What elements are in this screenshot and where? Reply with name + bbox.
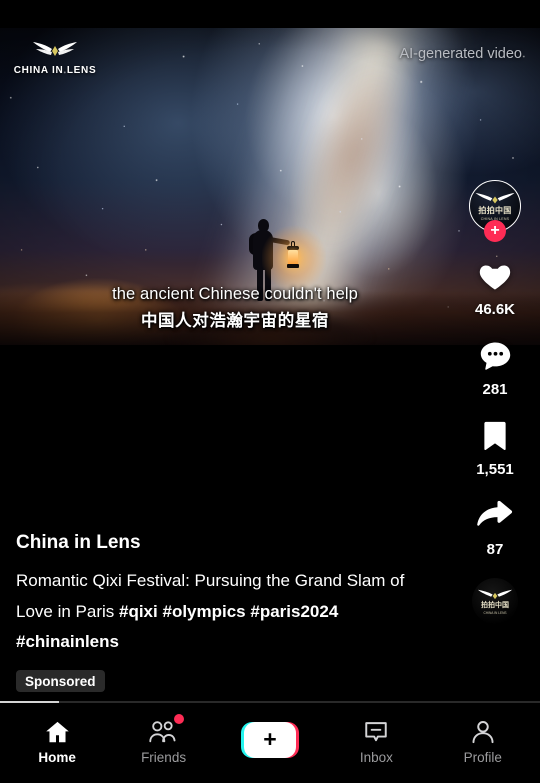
friends-notification-badge: [173, 714, 184, 724]
heart-icon[interactable]: [473, 254, 517, 298]
create-button[interactable]: +: [240, 722, 299, 758]
subtitle-block: the ancient Chinese couldn't help 中国人对浩瀚…: [0, 284, 470, 331]
nav-item-create[interactable]: +: [225, 722, 315, 758]
comment-action[interactable]: 281: [473, 334, 517, 398]
bookmark-action[interactable]: 1,551: [473, 414, 517, 478]
hashtag-qixi[interactable]: #qixi: [119, 602, 158, 621]
nav-label-profile: Profile: [463, 750, 502, 765]
disc-chinese-text: 拍拍中国: [481, 602, 509, 609]
comment-count: 281: [482, 381, 508, 398]
disc-english-text: CHINA IN LENS: [483, 611, 507, 615]
nav-item-profile[interactable]: Profile: [438, 715, 528, 765]
hashtag-chinainlens[interactable]: #chinainlens: [16, 632, 119, 651]
follow-button[interactable]: +: [484, 220, 506, 242]
share-count: 87: [486, 541, 504, 558]
nav-item-home[interactable]: Home: [12, 715, 102, 765]
bottom-navigation: Home Friends + Inbox Profile: [0, 703, 540, 783]
hashtag-paris2024[interactable]: #paris2024: [250, 602, 338, 621]
tiktok-video-screen: CHINA IN LENS AI-generated video the anc…: [0, 0, 540, 783]
share-arrow-icon[interactable]: [473, 494, 517, 538]
video-description: Romantic Qixi Festival: Pursuing the Gra…: [16, 566, 416, 657]
home-icon[interactable]: [44, 715, 71, 745]
nav-item-friends[interactable]: Friends: [119, 714, 209, 765]
wings-icon: [33, 42, 77, 56]
action-rail: 拍拍中国 CHINA IN LENS + 46.6K 281 1,551 87 …: [460, 180, 530, 624]
share-action[interactable]: 87: [473, 494, 517, 558]
inbox-icon[interactable]: [363, 715, 389, 745]
ai-generated-label: AI-generated video: [399, 46, 522, 62]
plus-icon: +: [263, 725, 277, 752]
like-action[interactable]: 46.6K: [473, 254, 517, 318]
caption-block: China in Lens Romantic Qixi Festival: Pu…: [16, 532, 416, 692]
profile-icon[interactable]: [470, 715, 496, 745]
description-line-1: Romantic Qixi Festival: Pursuing the: [16, 571, 290, 591]
hashtag-olympics[interactable]: #olympics: [162, 602, 245, 621]
subtitle-chinese: 中国人对浩瀚宇宙的星宿: [140, 312, 330, 331]
music-disc-logo: 拍拍中国 CHINA IN LENS: [474, 589, 516, 615]
avatar-chinese-text: 拍拍中国: [478, 206, 512, 215]
author-name[interactable]: China in Lens: [16, 532, 416, 554]
nav-item-inbox[interactable]: Inbox: [331, 715, 421, 765]
avatar-container[interactable]: 拍拍中国 CHINA IN LENS +: [469, 180, 521, 242]
bookmark-icon[interactable]: [473, 414, 517, 458]
sponsored-badge: Sponsored: [16, 670, 105, 692]
nav-label-friends: Friends: [141, 750, 187, 765]
like-count: 46.6K: [474, 301, 516, 318]
brand-watermark: CHINA IN LENS: [12, 42, 98, 76]
create-white-layer: +: [243, 722, 296, 758]
bookmark-count: 1,551: [476, 461, 514, 478]
avatar-logo: 拍拍中国 CHINA IN LENS: [471, 192, 519, 221]
nav-label-inbox: Inbox: [359, 750, 393, 765]
subtitle-english: the ancient Chinese couldn't help: [112, 285, 358, 303]
nav-label-home: Home: [38, 750, 76, 765]
comment-icon[interactable]: [473, 334, 517, 378]
brand-logo-text: CHINA IN LENS: [13, 65, 97, 76]
music-disc[interactable]: 拍拍中国 CHINA IN LENS: [472, 578, 518, 624]
